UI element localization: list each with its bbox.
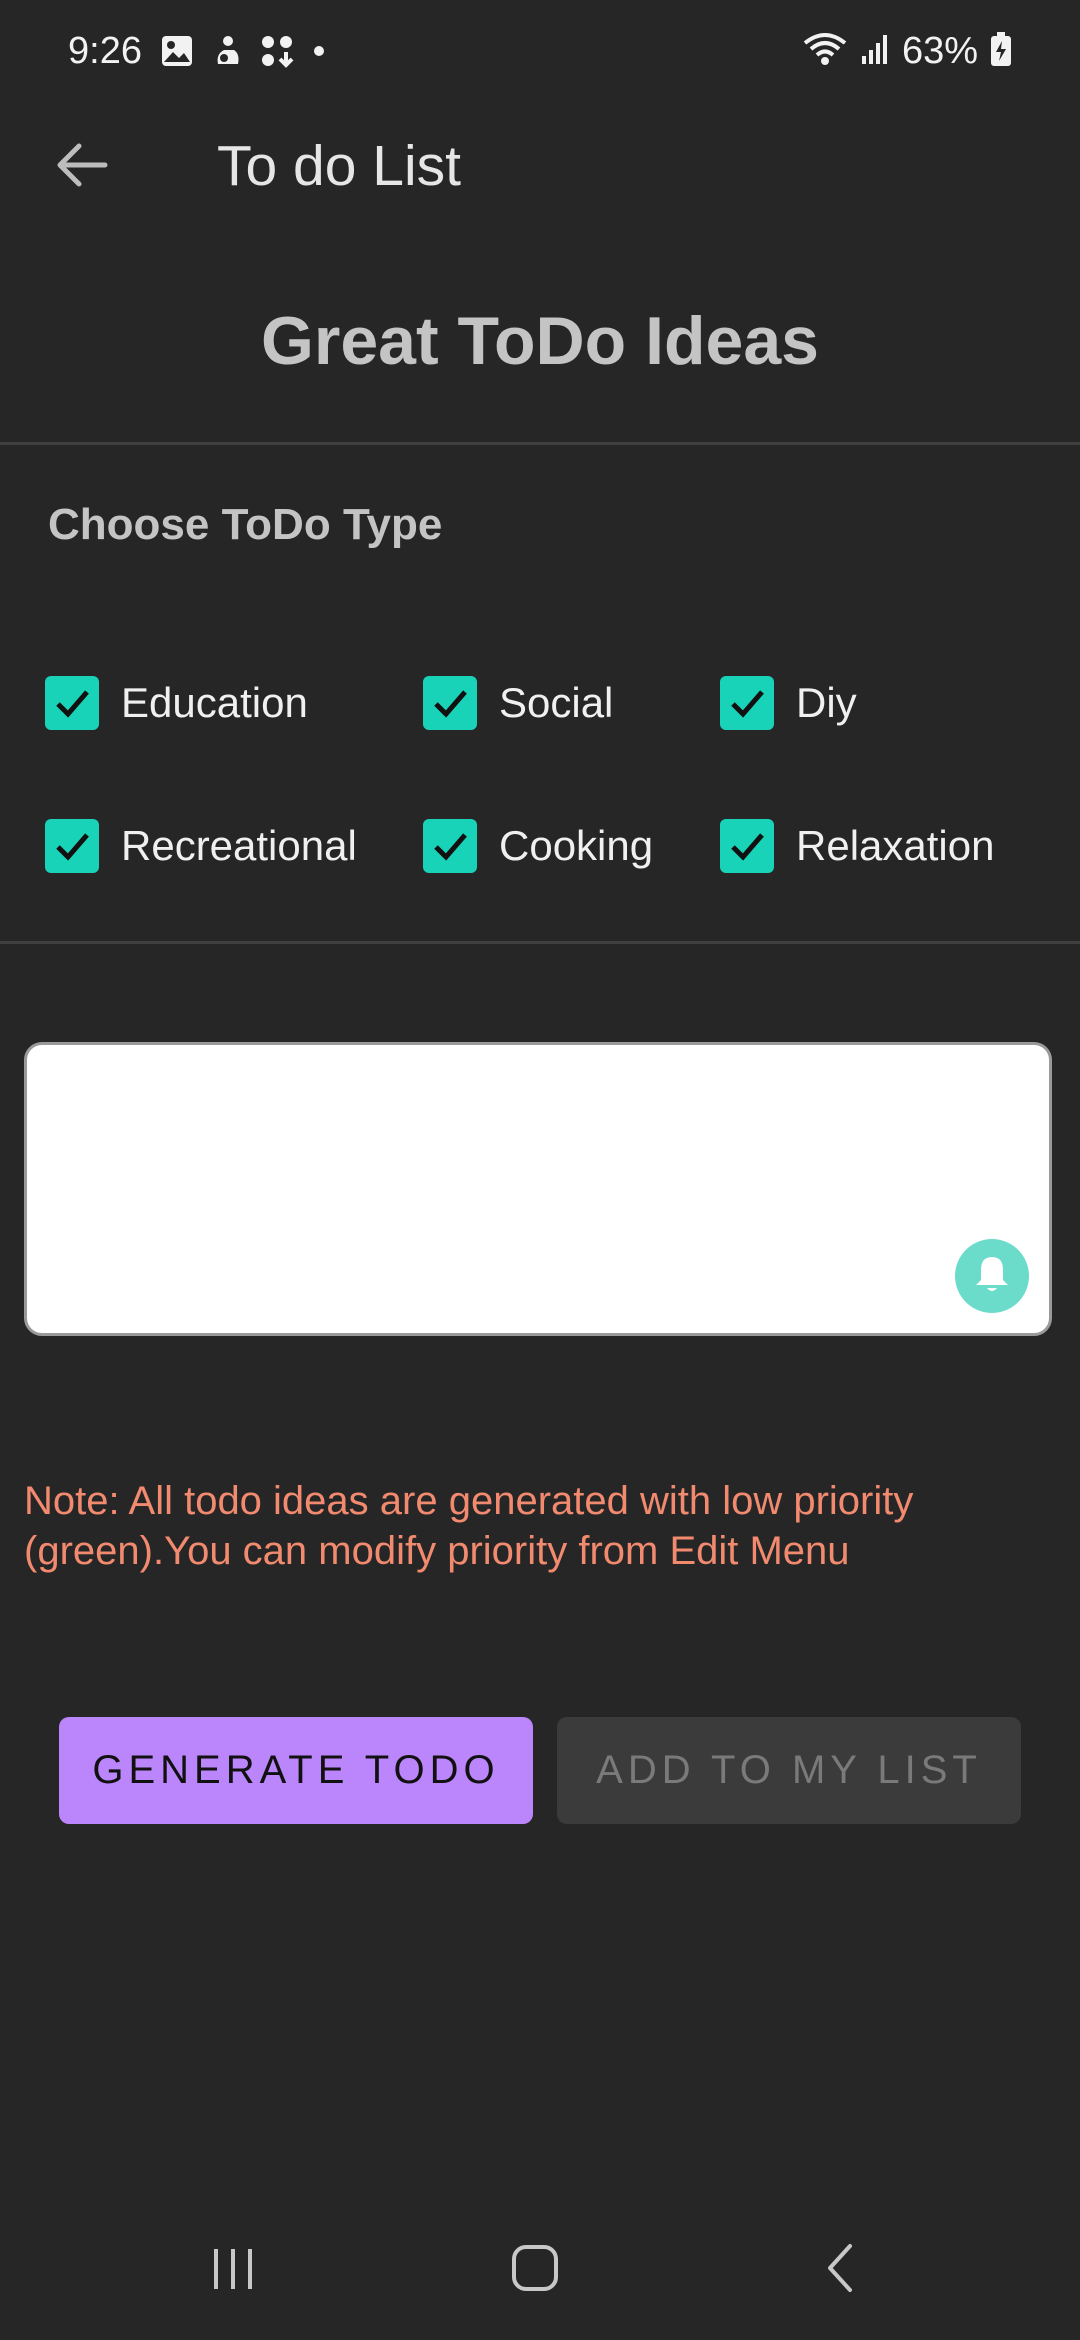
checkbox-social[interactable]: Social [423, 673, 613, 733]
app-bar: To do List [0, 105, 1080, 230]
nav-back-button[interactable] [800, 2240, 880, 2300]
checkbox-diy[interactable]: Diy [720, 673, 857, 733]
notification-icons [160, 34, 326, 73]
wifi-icon [802, 31, 848, 72]
recents-icon [208, 2243, 258, 2298]
priority-note: Note: All todo ideas are generated with … [24, 1479, 914, 1573]
bell-icon [970, 1252, 1014, 1301]
system-icons: 63% [802, 30, 1012, 73]
signal-icon [860, 32, 890, 71]
home-button[interactable] [495, 2240, 575, 2300]
checkbox-label: Social [499, 679, 614, 726]
dot-icon [312, 44, 326, 63]
checkbox-label: Cooking [499, 822, 654, 869]
recents-button[interactable] [193, 2240, 273, 2300]
status-bar: 9:26 63% [0, 0, 1080, 105]
add-to-list-button[interactable]: ADD TO MY LIST [557, 1717, 1021, 1824]
checkbox-checked-icon[interactable] [720, 819, 774, 873]
page-title: Great ToDo Ideas [261, 303, 819, 379]
checkbox-recreational[interactable]: Recreational [45, 816, 357, 876]
app-title: To do List [217, 134, 461, 198]
checkbox-checked-icon[interactable] [720, 676, 774, 730]
checkbox-cooking[interactable]: Cooking [423, 816, 653, 876]
arrow-back-icon [55, 138, 109, 197]
checkbox-label: Recreational [121, 822, 357, 869]
checkbox-label: Diy [796, 679, 857, 726]
system-nav-bar [0, 2210, 1080, 2320]
checkbox-education[interactable]: Education [45, 673, 308, 733]
checkbox-checked-icon[interactable] [423, 819, 477, 873]
checkbox-checked-icon[interactable] [45, 819, 99, 873]
checkbox-checked-icon[interactable] [423, 676, 477, 730]
back-button[interactable] [50, 135, 114, 199]
checkbox-checked-icon[interactable] [45, 676, 99, 730]
divider [0, 442, 1080, 445]
accessibility-icon [210, 34, 244, 73]
home-icon [509, 2242, 561, 2299]
section-label: Choose ToDo Type [48, 500, 443, 549]
battery-percentage: 63% [901, 30, 978, 72]
divider [0, 941, 1080, 944]
checkbox-relaxation[interactable]: Relaxation [720, 816, 994, 876]
todo-output-box [24, 1042, 1052, 1336]
checkbox-label: Relaxation [796, 822, 995, 869]
battery-icon [990, 31, 1012, 72]
checkbox-label: Education [121, 679, 308, 726]
back-icon [820, 2242, 860, 2299]
status-time: 9:26 [68, 30, 142, 72]
generate-todo-button[interactable]: GENERATE TODO [59, 1717, 533, 1824]
app-download-icon [260, 34, 296, 73]
reminder-button[interactable] [955, 1239, 1029, 1313]
gallery-icon [160, 34, 194, 73]
